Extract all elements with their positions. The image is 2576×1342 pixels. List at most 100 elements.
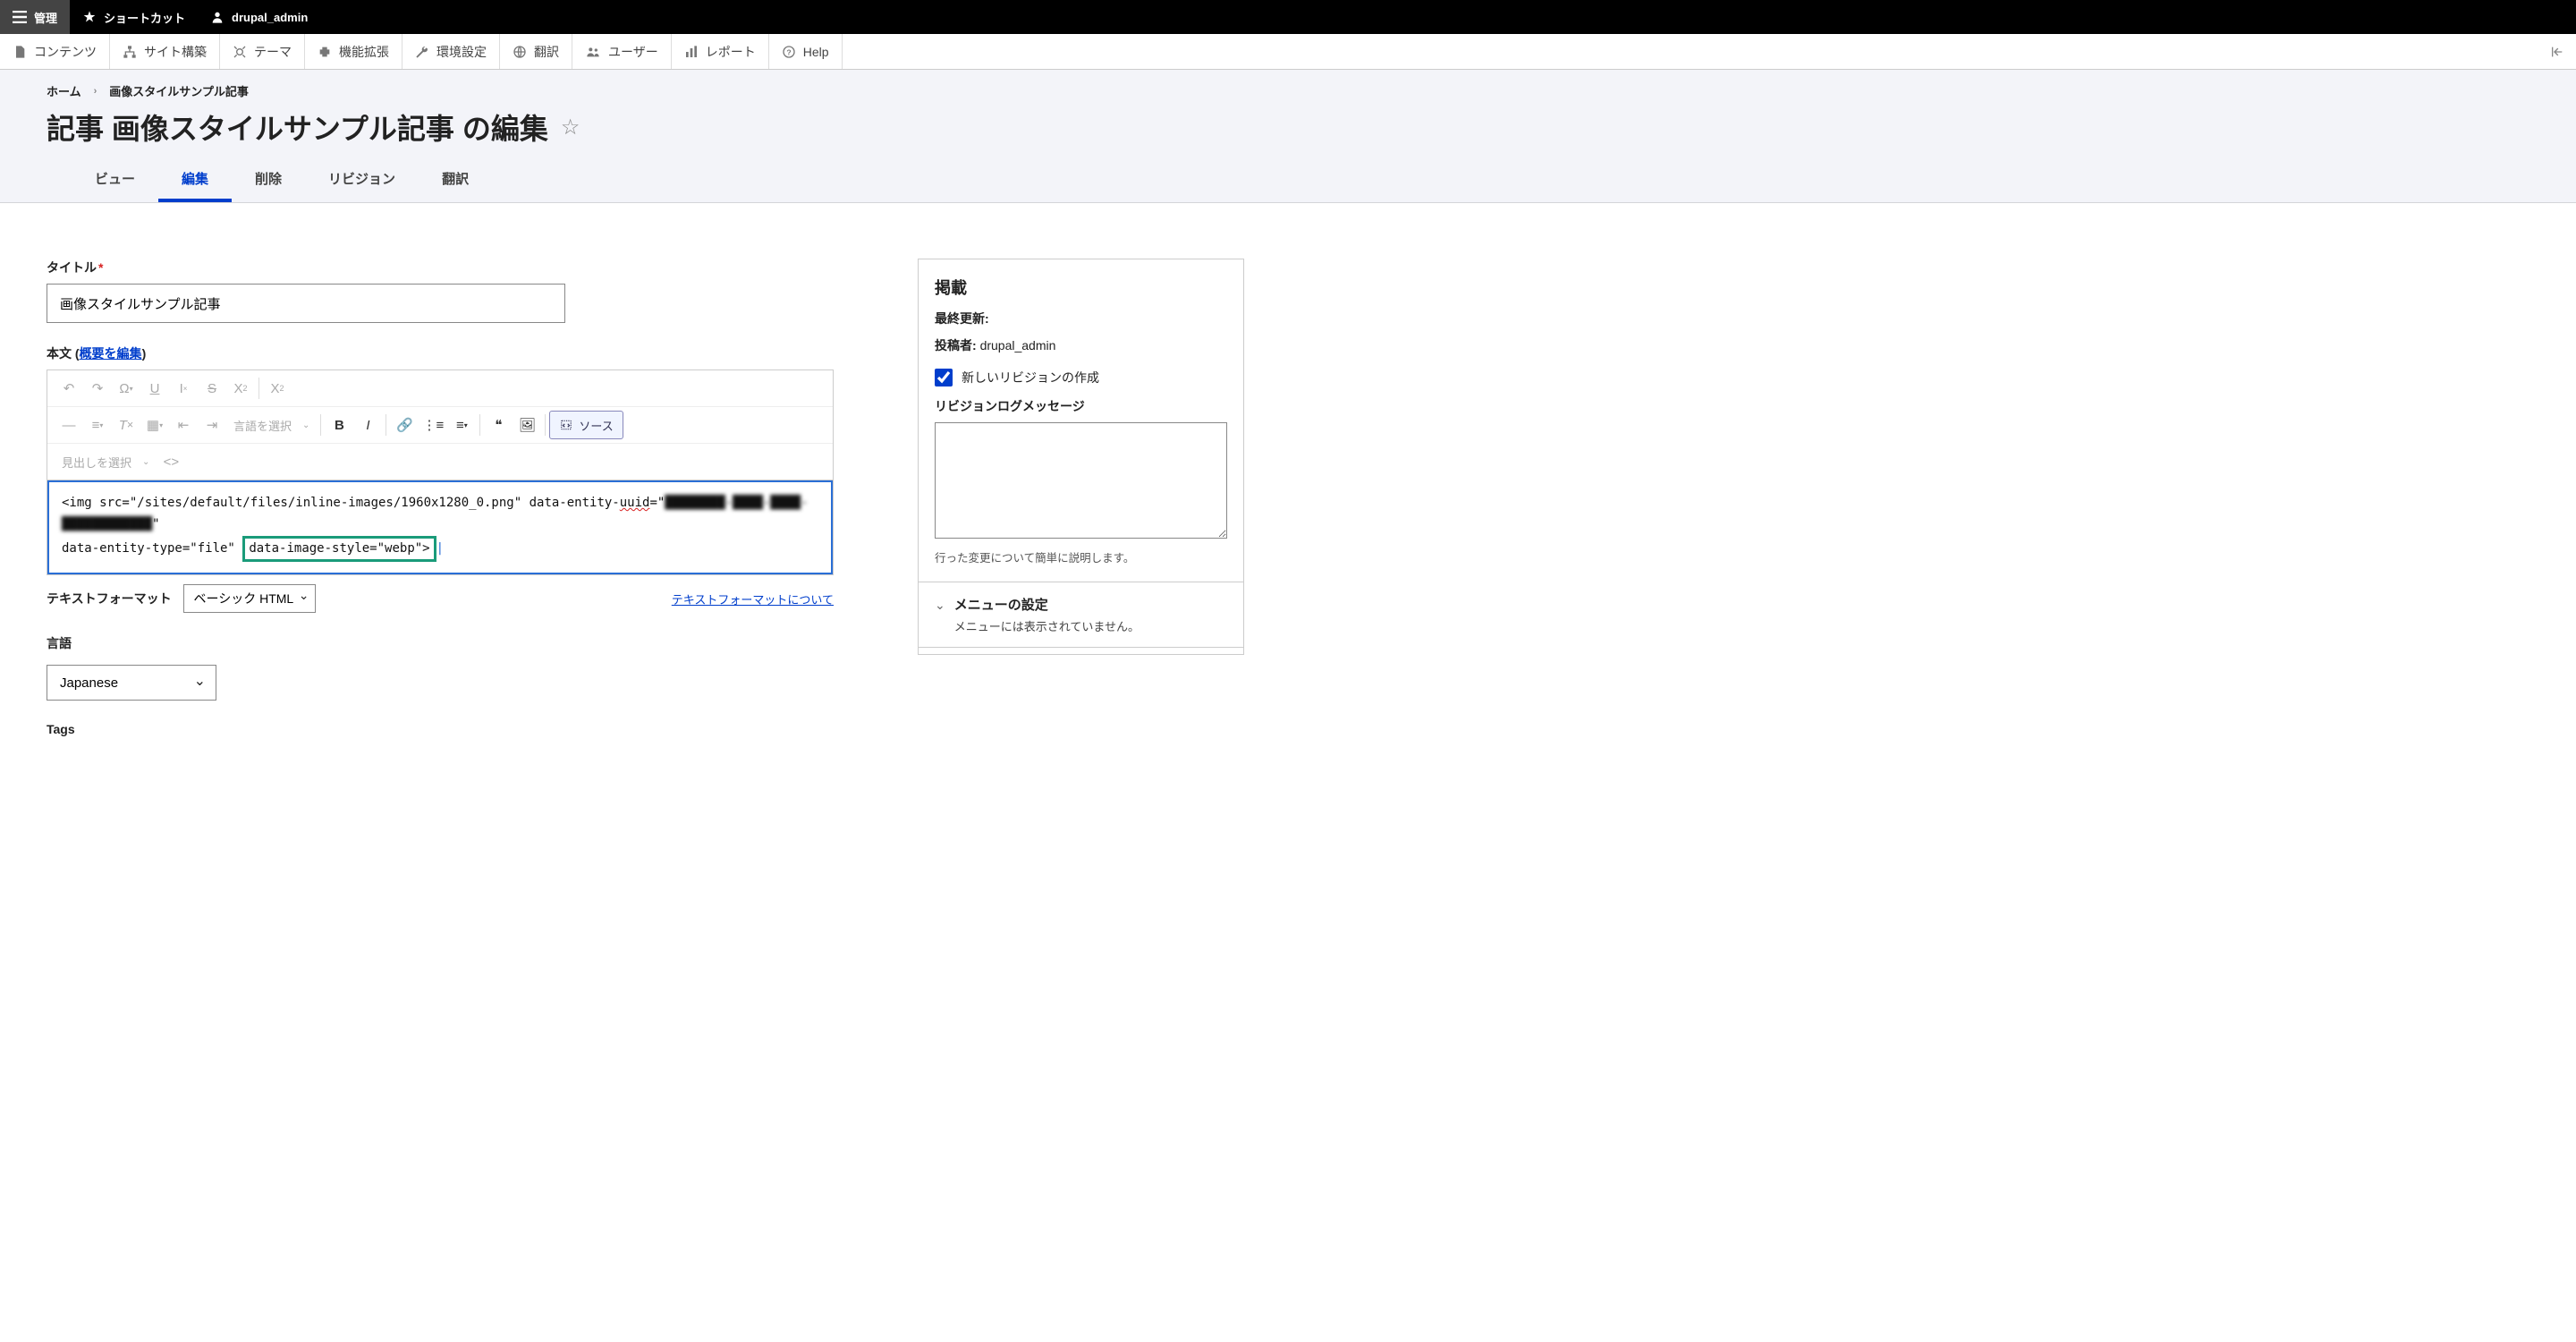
chevron-right-icon: ›	[94, 86, 97, 97]
undo-button[interactable]: ↶	[55, 374, 83, 403]
body-label: 本文 (概要を編集)	[47, 344, 834, 362]
removeformat-button[interactable]: I×	[169, 374, 198, 403]
sidebar-menu-settings[interactable]: ⌄ メニューの設定 メニューには表示されていません。	[919, 582, 1243, 647]
highlighted-attr: data-image-style="webp">	[242, 536, 436, 563]
language-dropdown[interactable]: 言語を選択⌄	[226, 411, 317, 439]
edit-summary-link[interactable]: 概要を編集	[80, 346, 142, 361]
link-button[interactable]: 🔗	[390, 411, 419, 439]
superscript-button[interactable]: X2	[263, 374, 292, 403]
user-label: drupal_admin	[232, 11, 308, 24]
table-button[interactable]: ▦▾	[140, 411, 169, 439]
page-title: 記事 画像スタイルサンプル記事 の編集	[47, 106, 548, 148]
svg-text:?: ?	[786, 47, 791, 56]
align-button[interactable]: ≡▾	[83, 411, 112, 439]
star-icon	[82, 10, 97, 24]
hamburger-icon	[13, 11, 27, 23]
admin-manage-label: 管理	[34, 9, 57, 26]
outdent-button[interactable]: ⇤	[169, 411, 198, 439]
globe-icon	[513, 45, 527, 59]
title-input[interactable]	[47, 284, 565, 323]
admin-nav-reports[interactable]: レポート	[672, 34, 769, 69]
clearformat-button[interactable]: T×	[112, 411, 140, 439]
italic-button[interactable]: I	[353, 411, 382, 439]
heading-dropdown[interactable]: 見出しを選択⌄	[55, 447, 157, 476]
revision-log-label: リビジョンログメッセージ	[935, 397, 1227, 415]
specialchar-button[interactable]: Ω▾	[112, 374, 140, 403]
tab-revisions[interactable]: リビジョン	[305, 160, 419, 202]
meta-author: 投稿者: drupal_admin	[935, 336, 1227, 354]
puzzle-icon	[318, 45, 332, 59]
field-title: タイトル*	[47, 259, 834, 323]
admin-nav-content[interactable]: コンテンツ	[0, 34, 110, 69]
field-language: 言語 Japanese	[47, 634, 834, 701]
indent-button[interactable]: ⇥	[198, 411, 226, 439]
admin-nav-structure[interactable]: サイト構築	[110, 34, 220, 69]
underline-button[interactable]: U	[140, 374, 169, 403]
wrench-icon	[415, 45, 429, 59]
tab-view[interactable]: ビュー	[72, 160, 158, 202]
admin-nav-help[interactable]: ? Help	[769, 34, 843, 69]
admin-manage-toggle[interactable]: 管理	[0, 0, 70, 34]
sitemap-icon	[123, 45, 137, 59]
field-tags: Tags	[47, 722, 834, 736]
user-menu[interactable]: drupal_admin	[198, 0, 320, 34]
sidebar-publish-title: 掲載	[935, 276, 1227, 299]
revision-log-help: 行った変更について簡単に説明します。	[935, 548, 1227, 565]
admin-nav-people[interactable]: ユーザー	[572, 34, 672, 69]
revision-log-textarea[interactable]	[935, 422, 1227, 539]
breadcrumb-current: 画像スタイルサンプル記事	[109, 82, 249, 99]
bold-button[interactable]: B	[325, 411, 353, 439]
tab-delete[interactable]: 削除	[232, 160, 305, 202]
collapse-icon	[2549, 45, 2565, 59]
text-format-select[interactable]: ベーシック HTML	[183, 584, 316, 613]
ck-source-editor[interactable]: <img src="/sites/default/files/inline-im…	[47, 480, 833, 574]
admin-nav-config[interactable]: 環境設定	[402, 34, 500, 69]
chart-icon	[684, 45, 699, 59]
admin-nav-extend[interactable]: 機能拡張	[305, 34, 402, 69]
hr-button[interactable]: —	[55, 411, 83, 439]
language-label: 言語	[47, 634, 834, 652]
redo-button[interactable]: ↷	[83, 374, 112, 403]
local-tabs: ビュー 編集 削除 リビジョン 翻訳	[47, 160, 2529, 202]
breadcrumb: ホーム › 画像スタイルサンプル記事	[47, 82, 2529, 99]
numberlist-button[interactable]: ≡▾	[447, 411, 476, 439]
chevron-down-icon: ⌄	[935, 598, 945, 613]
text-format-label: テキストフォーマット	[47, 591, 172, 606]
magic-icon	[233, 45, 247, 59]
shortcut-menu[interactable]: ショートカット	[70, 0, 198, 34]
menu-settings-subtitle: メニューには表示されていません。	[954, 617, 1140, 634]
user-icon	[210, 10, 225, 24]
subscript-button[interactable]: X2	[226, 374, 255, 403]
tags-label: Tags	[47, 722, 834, 736]
bulletlist-button[interactable]: ⋮≡	[419, 411, 447, 439]
title-label: タイトル*	[47, 259, 834, 276]
tab-edit[interactable]: 編集	[158, 160, 232, 202]
admin-toolbar: コンテンツ サイト構築 テーマ 機能拡張 環境設定 翻訳 ユーザー レポート ?…	[0, 34, 2576, 70]
source-button[interactable]: ソース	[549, 411, 623, 439]
language-select[interactable]: Japanese	[47, 665, 216, 701]
meta-last-updated: 最終更新:	[935, 310, 1227, 327]
new-revision-label: 新しいリビジョンの作成	[962, 369, 1099, 386]
new-revision-checkbox[interactable]	[935, 369, 953, 386]
file-icon	[13, 45, 27, 59]
people-icon	[585, 45, 601, 59]
help-icon: ?	[782, 45, 796, 59]
ck-toolbar: ↶ ↷ Ω▾ U I× S X2 X2 — ≡▾ T× ▦▾	[47, 370, 833, 480]
add-shortcut-star[interactable]: ☆	[561, 115, 580, 140]
toolbar-orientation-toggle[interactable]	[2538, 34, 2576, 69]
tab-translate[interactable]: 翻訳	[419, 160, 492, 202]
sidebar-panel: 掲載 最終更新: 投稿者: drupal_admin 新しいリビジョンの作成 リ…	[918, 259, 1244, 655]
text-format-help-link[interactable]: テキストフォーマットについて	[672, 590, 834, 607]
breadcrumb-home[interactable]: ホーム	[47, 82, 81, 99]
source-icon	[559, 419, 573, 431]
admin-nav-appearance[interactable]: テーマ	[220, 34, 305, 69]
admin-topbar: 管理 ショートカット drupal_admin	[0, 0, 2576, 34]
header-region: ホーム › 画像スタイルサンプル記事 記事 画像スタイルサンプル記事 の編集 ☆…	[0, 70, 2576, 203]
blockquote-button[interactable]: ❝	[484, 411, 513, 439]
codeblock-button[interactable]: <>	[157, 447, 185, 476]
ckeditor: ↶ ↷ Ω▾ U I× S X2 X2 — ≡▾ T× ▦▾	[47, 369, 834, 575]
menu-settings-title: メニューの設定	[954, 595, 1140, 614]
admin-nav-translate[interactable]: 翻訳	[500, 34, 572, 69]
image-button[interactable]: 🖼	[513, 411, 541, 439]
strikethrough-button[interactable]: S	[198, 374, 226, 403]
